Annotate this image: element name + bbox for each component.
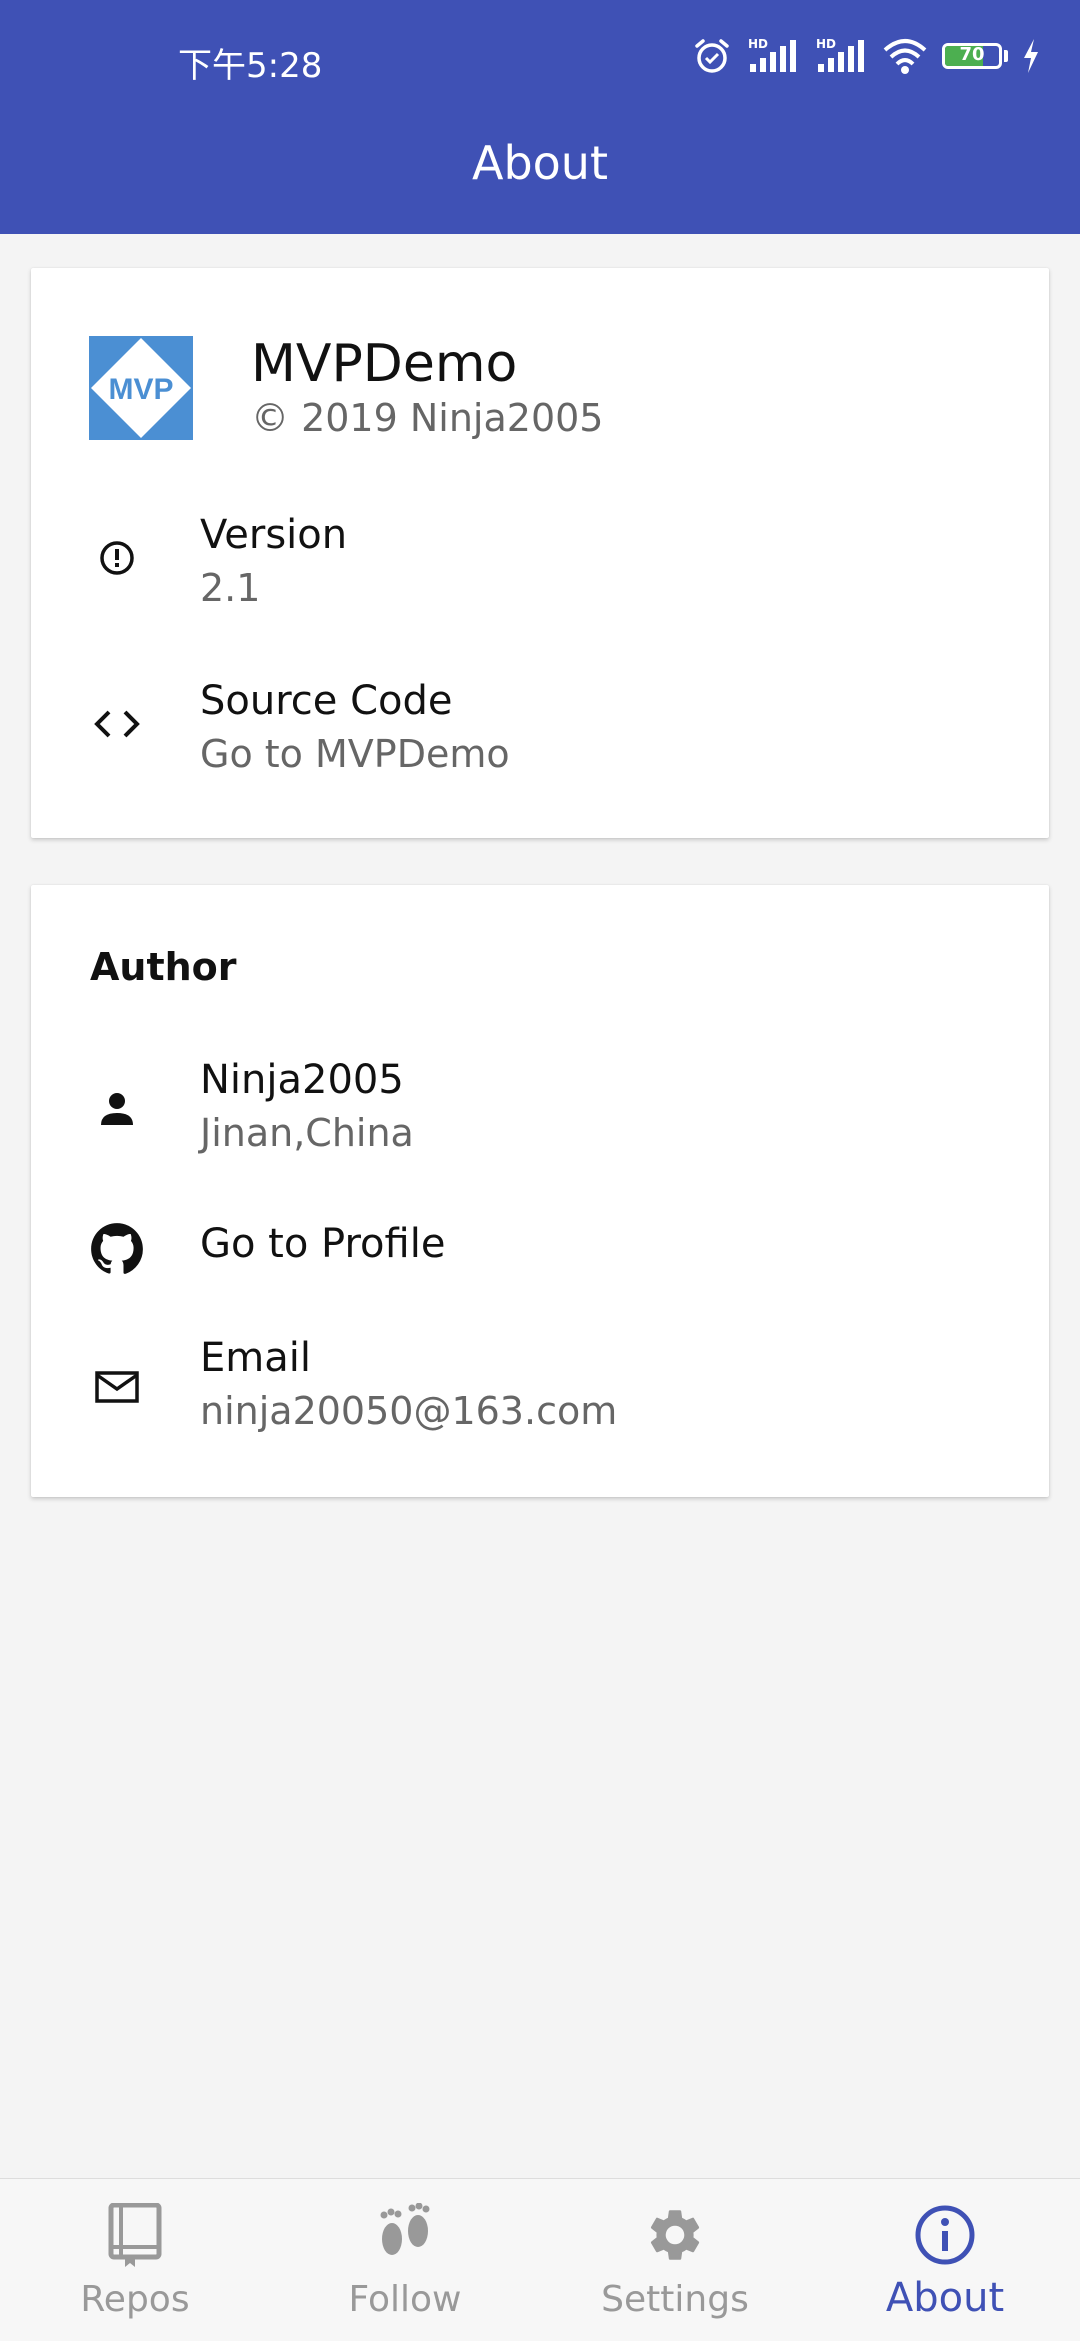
info-icon [89,530,145,586]
battery-icon: 70 [942,43,1008,69]
app-bar: 下午5:28 HD HD 70 About [0,0,1080,234]
app-info-card: MVP MVPDemo © 2019 Ninja2005 Version 2.1… [31,268,1049,838]
app-logo: MVP [89,336,193,440]
wifi-icon [883,39,927,74]
signal-hd-icon-2: HD [816,37,864,72]
nav-follow[interactable]: Follow [270,2179,540,2341]
info-circle-icon [911,2201,979,2269]
charging-icon [1024,39,1038,73]
nav-about-label: About [885,2275,1005,2321]
alarm-icon [695,39,729,73]
gear-icon [641,2201,709,2269]
profile-link[interactable]: Go to Profile [200,1221,445,1267]
status-icons: HD HD 70 [692,36,1040,76]
email-title[interactable]: Email [200,1335,311,1381]
person-icon [89,1081,145,1137]
nav-follow-label: Follow [348,2279,462,2320]
app-logo-text: MVP [108,373,173,406]
email-address[interactable]: ninja20050@163.com [200,1389,617,1433]
book-icon [101,2201,169,2269]
author-card: Author Ninja2005 Jinan,China Go to Profi… [31,885,1049,1497]
nav-settings[interactable]: Settings [540,2179,810,2341]
author-heading: Author [90,945,237,989]
svg-text:HD: HD [816,37,836,51]
nav-settings-label: Settings [601,2279,749,2320]
mail-icon [89,1359,145,1415]
status-time: 下午5:28 [178,46,323,86]
signal-hd-icon: HD [748,37,796,72]
app-name: MVPDemo [251,334,518,394]
version-value: 2.1 [200,566,261,610]
nav-repos-label: Repos [80,2279,190,2320]
page-title: About [471,136,608,190]
nav-about[interactable]: About [810,2179,1080,2341]
bottom-navigation: Repos Follow Settings About [0,2178,1080,2341]
source-code-link[interactable]: Go to MVPDemo [200,732,510,776]
app-copyright: © 2019 Ninja2005 [251,396,604,440]
author-name: Ninja2005 [200,1057,404,1103]
battery-level: 70 [959,44,985,65]
version-title: Version [200,512,348,558]
footprints-icon [371,2201,439,2269]
source-code-title[interactable]: Source Code [200,678,453,724]
nav-repos[interactable]: Repos [0,2179,270,2341]
github-icon [89,1221,145,1277]
svg-text:HD: HD [748,37,768,51]
author-location: Jinan,China [200,1111,414,1155]
code-icon [89,696,145,752]
